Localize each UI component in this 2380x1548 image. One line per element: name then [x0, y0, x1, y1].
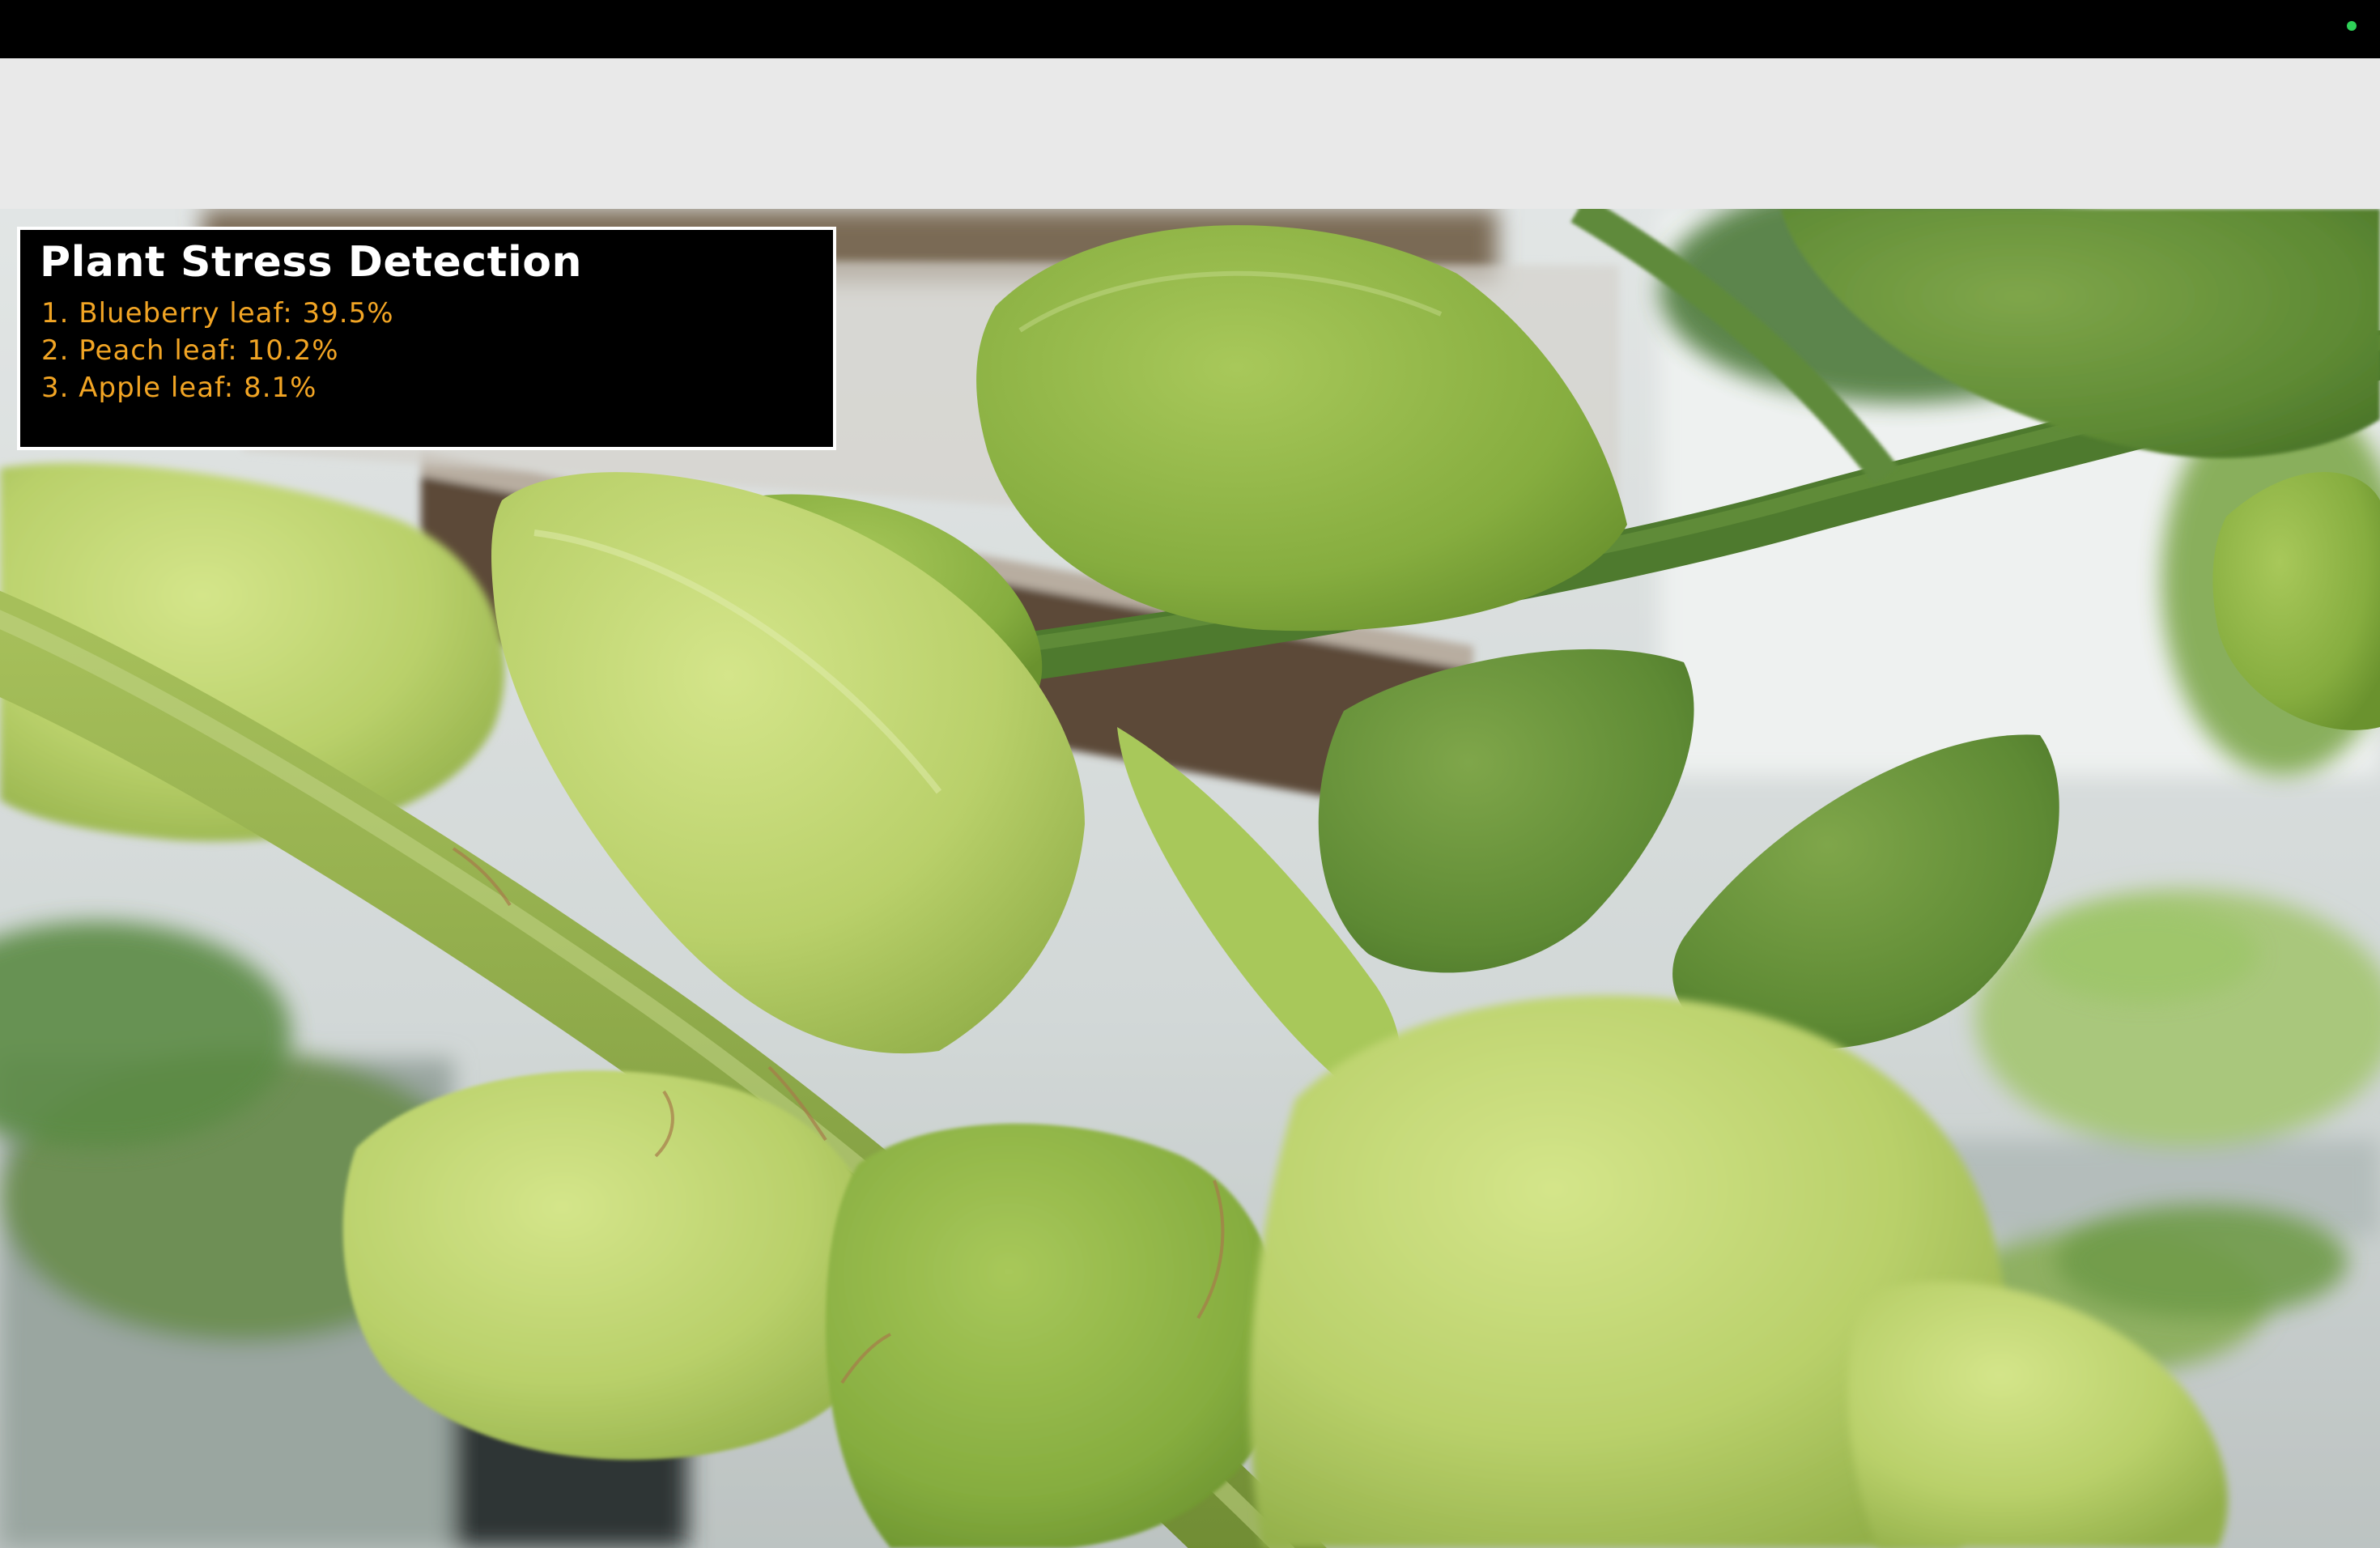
prediction-list: 1. Blueberry leaf: 39.5% 2. Peach leaf: … [41, 295, 394, 406]
prediction-item: 2. Peach leaf: 10.2% [41, 334, 339, 367]
prediction-item: 3. Apple leaf: 8.1% [41, 372, 317, 404]
prediction-item: 1. Blueberry leaf: 39.5% [41, 297, 394, 330]
menu-bar [0, 0, 2380, 58]
detection-results-panel: Plant Stress Detection 1. Blueberry leaf… [17, 227, 836, 450]
window-title-bar[interactable] [0, 58, 2380, 209]
camera-in-use-indicator-icon [2347, 21, 2357, 31]
screen: Plant Stress Detection 1. Blueberry leaf… [0, 0, 2380, 1548]
detection-title: Plant Stress Detection [40, 238, 583, 287]
